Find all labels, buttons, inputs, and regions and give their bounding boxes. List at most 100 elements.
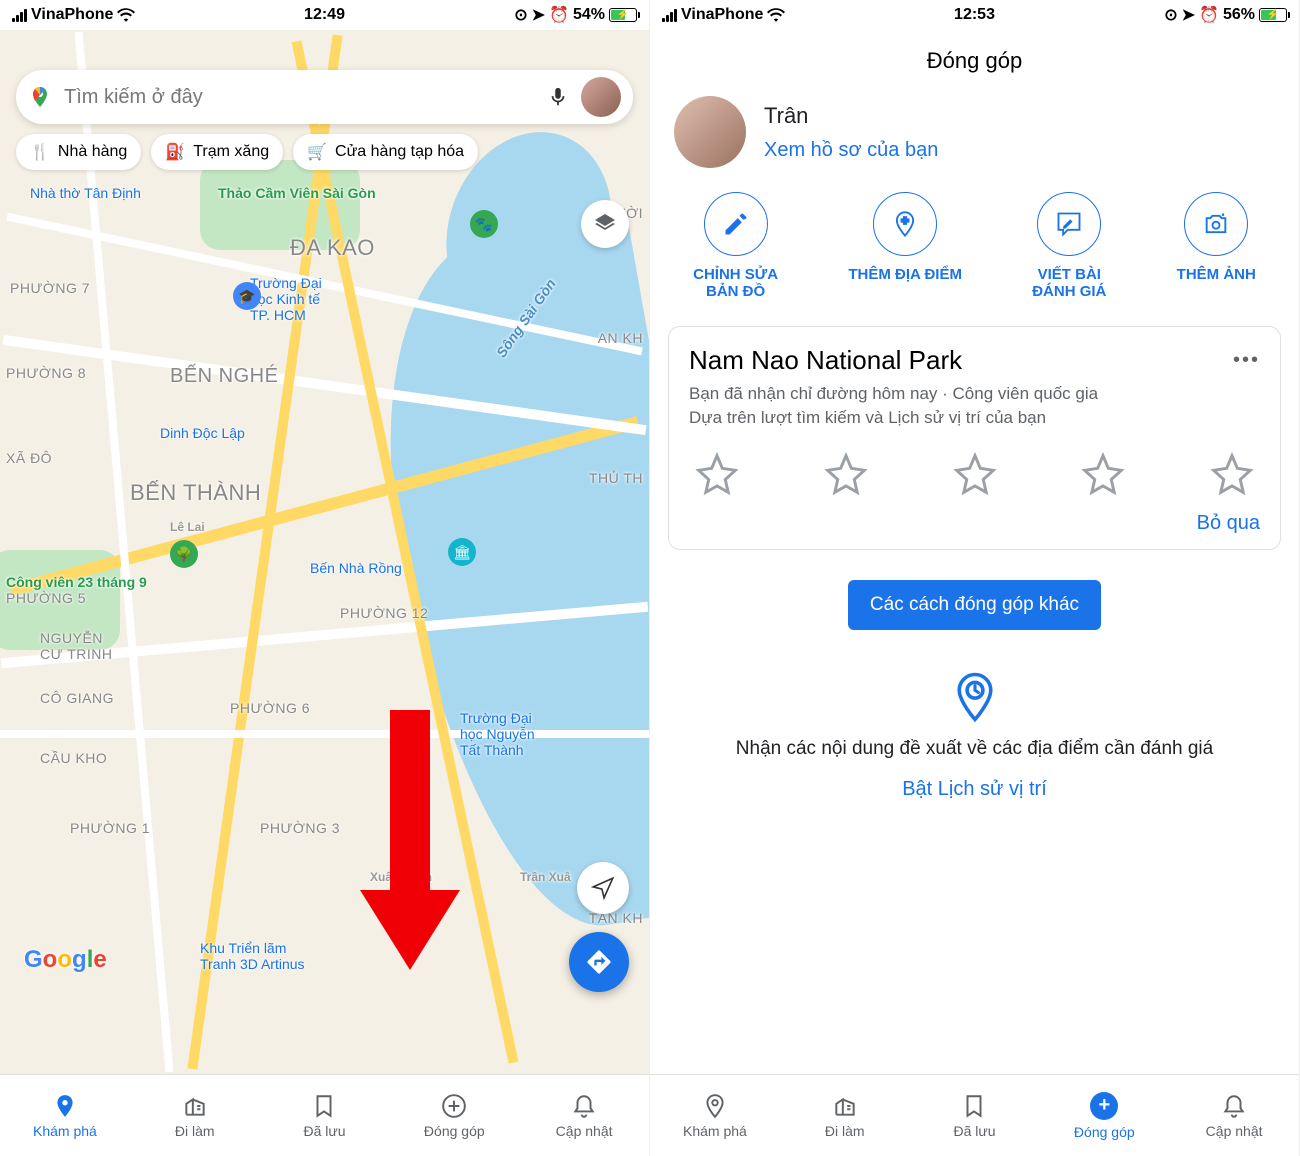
star-1[interactable] <box>695 452 739 496</box>
chip-restaurants[interactable]: 🍴Nhà hàng <box>16 134 141 170</box>
map-poi[interactable]: Nhà thờ Tân Định <box>30 185 141 201</box>
status-bar: VinaPhone 12:49 ⊙ ➤ ⏰ 54% ⚡ <box>0 0 649 30</box>
map-pin-museum-icon[interactable]: 🏛 <box>448 538 476 566</box>
chip-gas[interactable]: ⛽ Trạm xăng <box>151 134 283 170</box>
status-bar: VinaPhone 12:53 ⊙ ➤ ⏰ 56% ⚡ <box>650 0 1299 30</box>
map-layers-button[interactable] <box>581 200 629 248</box>
star-3[interactable] <box>953 452 997 496</box>
clock-label: 12:49 <box>304 6 345 24</box>
microphone-icon[interactable] <box>547 86 569 108</box>
user-avatar[interactable] <box>581 77 621 117</box>
action-add-photo[interactable]: THÊM ẢNH <box>1177 192 1256 300</box>
skip-button[interactable]: Bỏ qua <box>689 512 1260 535</box>
nav-label: Cập nhật <box>556 1123 613 1139</box>
nav-go[interactable]: Đi làm <box>780 1075 910 1156</box>
map-poi[interactable]: Thảo Cầm Viên Sài Gòn <box>218 185 376 201</box>
map-ward: PHƯỜNG 5 <box>6 590 86 606</box>
chip-label: Cửa hàng tạp hóa <box>335 143 464 161</box>
suggestion-section: Nhận các nội dung đề xuất về các địa điể… <box>650 660 1299 811</box>
location-icon: ➤ <box>532 5 545 25</box>
signal-icon <box>662 9 677 22</box>
wifi-icon <box>117 8 135 22</box>
nav-label: Đã lưu <box>953 1123 995 1139</box>
action-edit-map[interactable]: CHỈNH SỬA BẢN ĐỒ <box>693 192 778 300</box>
enable-location-history-link[interactable]: Bật Lịch sử vị trí <box>680 778 1269 801</box>
nav-explore[interactable]: Khám phá <box>650 1075 780 1156</box>
nav-go[interactable]: Đi làm <box>130 1075 260 1156</box>
nav-updates[interactable]: Cập nhật <box>519 1075 649 1156</box>
map-neighborhood: ĐA KAO <box>290 235 375 261</box>
signal-icon <box>12 9 27 22</box>
nav-updates[interactable]: Cập nhật <box>1169 1075 1299 1156</box>
fork-knife-icon: 🍴 <box>30 142 50 162</box>
map-neighborhood: BẾN NGHÉ <box>170 365 278 388</box>
star-2[interactable] <box>824 452 868 496</box>
map-pin-tree-icon[interactable]: 🌳 <box>170 540 198 568</box>
nav-saved[interactable]: Đã lưu <box>260 1075 390 1156</box>
review-place-title: Nam Nao National Park <box>689 345 962 376</box>
add-location-icon <box>891 210 919 238</box>
map-ward: PHƯỜNG 3 <box>260 820 340 836</box>
review-suggestion-card: Nam Nao National Park ••• Bạn đã nhận ch… <box>668 326 1281 550</box>
suggestion-text: Nhận các nội dung đề xuất về các địa điể… <box>680 738 1269 760</box>
nav-label: Khám phá <box>33 1123 97 1139</box>
cart-icon: 🛒 <box>307 142 327 162</box>
my-location-button[interactable] <box>577 862 629 914</box>
nav-contribute[interactable]: + Đóng góp <box>1039 1075 1169 1156</box>
star-5[interactable] <box>1210 452 1254 496</box>
more-options-icon[interactable]: ••• <box>1233 349 1260 372</box>
map-canvas[interactable]: ĐA KAO BẾN NGHÉ BẾN THÀNH PHƯỜNG 17 PHƯỜ… <box>0 30 649 1074</box>
battery-pct-label: 54% <box>573 6 605 24</box>
chip-grocery[interactable]: 🛒 Cửa hàng tạp hóa <box>293 134 478 170</box>
map-ward: PHƯỜNG 8 <box>6 365 86 381</box>
map-poi[interactable]: Công viên 23 tháng 9 <box>6 574 147 590</box>
action-label: VIẾT BÀI ĐÁNH GIÁ <box>1032 266 1106 300</box>
action-write-review[interactable]: VIẾT BÀI ĐÁNH GIÁ <box>1032 192 1106 300</box>
nav-label: Đi làm <box>825 1123 865 1139</box>
nav-label: Đóng góp <box>1074 1124 1135 1140</box>
battery-icon: ⚡ <box>609 8 637 22</box>
nav-label: Đi làm <box>175 1123 215 1139</box>
map-ward: CÔ GIANG <box>40 690 114 706</box>
action-label: THÊM ĐỊA ĐIỂM <box>848 266 962 283</box>
search-placeholder: Tìm kiếm ở đây <box>64 86 535 109</box>
nav-explore[interactable]: Khám phá <box>0 1075 130 1156</box>
carrier-label: VinaPhone <box>681 6 763 24</box>
action-label: THÊM ẢNH <box>1177 266 1256 283</box>
map-poi[interactable]: Bến Nhà Rồng <box>310 560 402 576</box>
search-bar[interactable]: Tìm kiếm ở đây <box>16 70 633 124</box>
pencil-icon <box>722 210 750 238</box>
view-profile-link[interactable]: Xem hồ sơ của bạn <box>764 139 938 162</box>
nav-contribute[interactable]: Đóng góp <box>389 1075 519 1156</box>
user-avatar[interactable] <box>674 96 746 168</box>
star-4[interactable] <box>1081 452 1125 496</box>
location-history-icon <box>948 670 1002 724</box>
carrier-label: VinaPhone <box>31 6 113 24</box>
tutorial-arrow <box>370 710 450 970</box>
orientation-lock-icon: ⊙ <box>514 5 527 25</box>
map-pin-school-icon[interactable]: 🎓 <box>233 282 261 310</box>
map-street: Trần Xuâ <box>520 870 571 884</box>
page-title: Đóng góp <box>650 30 1299 86</box>
action-add-place[interactable]: THÊM ĐỊA ĐIỂM <box>848 192 962 300</box>
action-label: CHỈNH SỬA BẢN ĐỒ <box>693 266 778 300</box>
chip-label: Trạm xăng <box>193 143 269 161</box>
map-ward: PHƯỜNG 1 <box>70 820 150 836</box>
nav-saved[interactable]: Đã lưu <box>910 1075 1040 1156</box>
clock-label: 12:53 <box>954 6 995 24</box>
map-poi[interactable]: Dinh Độc Lập <box>160 425 245 441</box>
gas-pump-icon: ⛽ <box>165 142 185 162</box>
directions-fab[interactable] <box>569 932 629 992</box>
map-poi[interactable]: Trường Đại học Nguyễn Tất Thành <box>460 710 535 758</box>
other-ways-button[interactable]: Các cách đóng góp khác <box>848 580 1101 630</box>
profile-section: Trân Xem hồ sơ của bạn <box>650 86 1299 176</box>
map-pin-paw-icon[interactable]: 🐾 <box>470 210 498 238</box>
bottom-nav: Khám phá Đi làm Đã lưu Đóng góp Cập nhật <box>0 1074 649 1156</box>
map-poi[interactable]: Trường Đại học Kinh tế TP. HCM <box>250 275 322 323</box>
nav-label: Cập nhật <box>1206 1123 1263 1139</box>
map-poi[interactable]: Khu Triển lãm Tranh 3D Artinus <box>200 940 305 972</box>
user-name: Trân <box>764 103 938 129</box>
camera-plus-icon <box>1202 210 1230 238</box>
bottom-nav: Khám phá Đi làm Đã lưu + Đóng góp Cập nh… <box>650 1074 1299 1156</box>
alarm-icon: ⏰ <box>549 5 569 25</box>
